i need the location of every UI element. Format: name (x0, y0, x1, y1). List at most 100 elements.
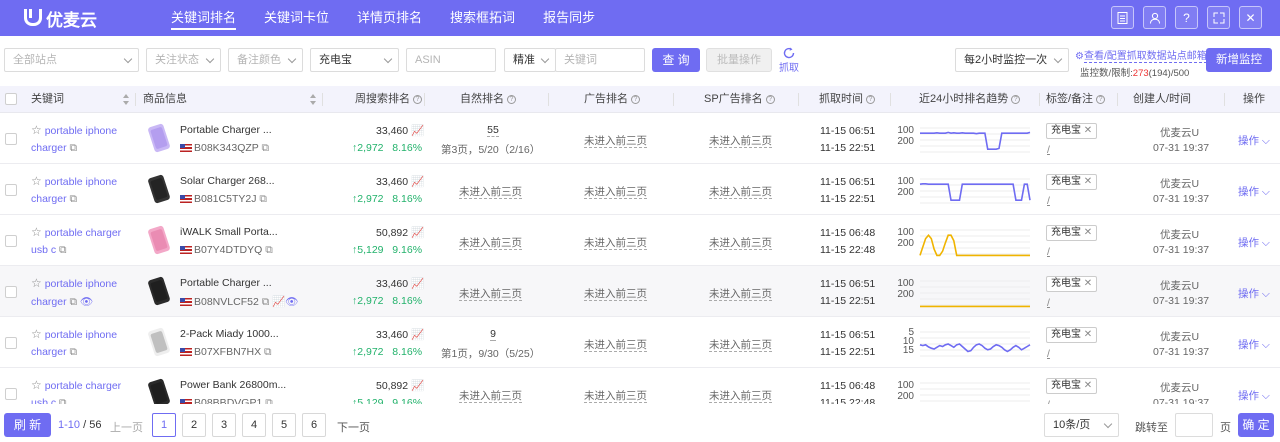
config-link[interactable]: ⚙查看/配置抓取数据站点邮箱 (1075, 47, 1207, 63)
product-title[interactable]: 2-Pack Miady 1000... (180, 328, 279, 340)
product-title[interactable]: Portable Charger ... (180, 124, 272, 136)
star-icon[interactable]: ☆ (31, 225, 42, 239)
eye-icon[interactable]: 👁 (80, 296, 93, 308)
fetch-button[interactable]: 抓取 (778, 46, 800, 74)
help-circle-icon[interactable]: ? (1096, 94, 1106, 104)
external-link-icon[interactable]: ⧉ (70, 142, 78, 154)
tag-remove-icon[interactable]: ✕ (1084, 125, 1092, 136)
trend-chart-icon[interactable]: 📈 (411, 278, 424, 290)
prev-page-button[interactable]: 上一页 (110, 419, 143, 435)
trend-chart-icon[interactable]: 📈 (411, 329, 424, 341)
page-size-select[interactable]: 10条/页 (1044, 413, 1119, 437)
external-link-icon[interactable]: ⧉ (265, 244, 273, 256)
tag-chip[interactable]: 充电宝 ✕ (1046, 276, 1098, 292)
tag-remove-icon[interactable]: ✕ (1084, 329, 1092, 340)
query-button[interactable]: 查 询 (652, 48, 700, 72)
sp-rank-value[interactable]: 未进入前三页 (709, 186, 772, 199)
app-logo[interactable]: 优麦云 (24, 6, 142, 31)
keyword-link-2[interactable]: charger (31, 193, 67, 205)
frequency-select[interactable]: 每2小时监控一次 (955, 48, 1069, 72)
sp-rank-value[interactable]: 未进入前三页 (709, 390, 772, 403)
match-select[interactable]: 精准 (504, 48, 556, 72)
external-link-icon[interactable]: ⧉ (262, 296, 270, 308)
next-page-button[interactable]: 下一页 (337, 419, 370, 435)
star-icon[interactable]: ☆ (31, 174, 42, 188)
keyword-link-2[interactable]: charger (31, 346, 67, 358)
tag-remove-icon[interactable]: ✕ (1084, 380, 1092, 391)
asin-value[interactable]: B08K343QZP (194, 142, 259, 154)
ad-rank-value[interactable]: 未进入前三页 (584, 288, 647, 301)
note-edit-icon[interactable]: / (1047, 195, 1050, 207)
fullscreen-icon[interactable] (1207, 6, 1230, 29)
keyword-input[interactable]: 关键词 (555, 48, 645, 72)
trend-chart-icon[interactable]: 📈 (411, 176, 424, 188)
natural-rank-value[interactable]: 未进入前三页 (459, 237, 522, 250)
col-keyword[interactable]: 关键词 (31, 86, 64, 113)
asin-value[interactable]: B07XFBN7HX (194, 346, 261, 358)
star-icon[interactable]: ☆ (31, 378, 42, 392)
document-icon[interactable] (1111, 6, 1134, 29)
external-link-icon[interactable]: ⧉ (264, 346, 272, 358)
product-title[interactable]: Portable Charger ... (180, 277, 272, 289)
trend-chart-icon[interactable]: 📈 (411, 380, 424, 392)
refresh-button[interactable]: 刷 新 (4, 413, 51, 437)
help-circle-icon[interactable]: ? (631, 94, 640, 104)
row-checkbox[interactable] (5, 286, 17, 298)
star-icon[interactable]: ☆ (31, 276, 42, 290)
keyword-link[interactable]: portable iphone (45, 278, 117, 290)
batch-action-button[interactable]: 批量操作 (706, 48, 772, 72)
user-icon[interactable] (1143, 6, 1166, 29)
help-circle-icon[interactable]: ? (507, 94, 516, 104)
page-6-button[interactable]: 6 (302, 413, 326, 437)
nav-keyword-position[interactable]: 关键词卡位 (250, 0, 343, 36)
keyword-link[interactable]: portable iphone (45, 176, 117, 188)
page-4-button[interactable]: 4 (242, 413, 266, 437)
external-link-icon[interactable]: ⧉ (70, 346, 78, 358)
product-title[interactable]: Power Bank 26800m... (180, 379, 286, 391)
product-thumbnail[interactable] (143, 173, 175, 205)
tag-chip[interactable]: 充电宝 ✕ (1046, 225, 1098, 241)
keyword-link-2[interactable]: usb c (31, 244, 56, 256)
sort-icon[interactable] (310, 94, 316, 105)
external-link-icon[interactable]: ⧉ (70, 193, 78, 205)
sp-rank-value[interactable]: 未进入前三页 (709, 135, 772, 148)
help-icon[interactable]: ? (1175, 6, 1198, 29)
asin-value[interactable]: B08NVLCF52 (194, 296, 259, 308)
product-title[interactable]: Solar Charger 268... (180, 175, 275, 187)
select-all-checkbox[interactable] (5, 93, 17, 105)
ad-rank-value[interactable]: 未进入前三页 (584, 339, 647, 352)
page-2-button[interactable]: 2 (182, 413, 206, 437)
natural-rank-value[interactable]: 未进入前三页 (459, 390, 522, 403)
site-select[interactable]: 全部站点 (4, 48, 139, 72)
goto-page-input[interactable] (1175, 413, 1213, 437)
tag-chip[interactable]: 充电宝 ✕ (1046, 327, 1098, 343)
trend-sparkline[interactable]: 100 200 (896, 275, 1036, 309)
trend-sparkline[interactable]: 100 200 (896, 122, 1036, 156)
chart-icon[interactable]: 📈 (272, 296, 285, 308)
tag-chip[interactable]: 充电宝 ✕ (1046, 123, 1098, 139)
ad-rank-value[interactable]: 未进入前三页 (584, 135, 647, 148)
keyword-link-2[interactable]: charger (31, 142, 67, 154)
product-title[interactable]: iWALK Small Porta... (180, 226, 278, 238)
help-circle-icon[interactable]: ? (413, 94, 422, 104)
tag-remove-icon[interactable]: ✕ (1084, 278, 1092, 289)
external-link-icon[interactable]: ⧉ (259, 193, 267, 205)
note-edit-icon[interactable]: / (1047, 297, 1050, 309)
note-edit-icon[interactable]: / (1047, 144, 1050, 156)
ad-rank-value[interactable]: 未进入前三页 (584, 237, 647, 250)
nav-keyword-ranking[interactable]: 关键词排名 (157, 0, 250, 36)
actions-dropdown[interactable]: 操作 ⌵ (1238, 133, 1270, 148)
nav-report-sync[interactable]: 报告同步 (529, 0, 609, 36)
actions-dropdown[interactable]: 操作 ⌵ (1238, 337, 1270, 352)
ad-rank-value[interactable]: 未进入前三页 (584, 390, 647, 403)
tag-select[interactable]: 充电宝 (310, 48, 399, 72)
sp-rank-value[interactable]: 未进入前三页 (709, 237, 772, 250)
trend-sparkline[interactable]: 100 200 (896, 173, 1036, 207)
nav-search-expansion[interactable]: 搜索框拓词 (436, 0, 529, 36)
confirm-button[interactable]: 确 定 (1238, 413, 1274, 437)
sort-icon[interactable] (123, 94, 129, 105)
trend-sparkline[interactable]: 5 10 15 (896, 326, 1036, 360)
asin-value[interactable]: B081C5TY2J (194, 193, 256, 205)
asin-value[interactable]: B07Y4DTDYQ (194, 244, 262, 256)
product-thumbnail[interactable] (143, 275, 175, 307)
